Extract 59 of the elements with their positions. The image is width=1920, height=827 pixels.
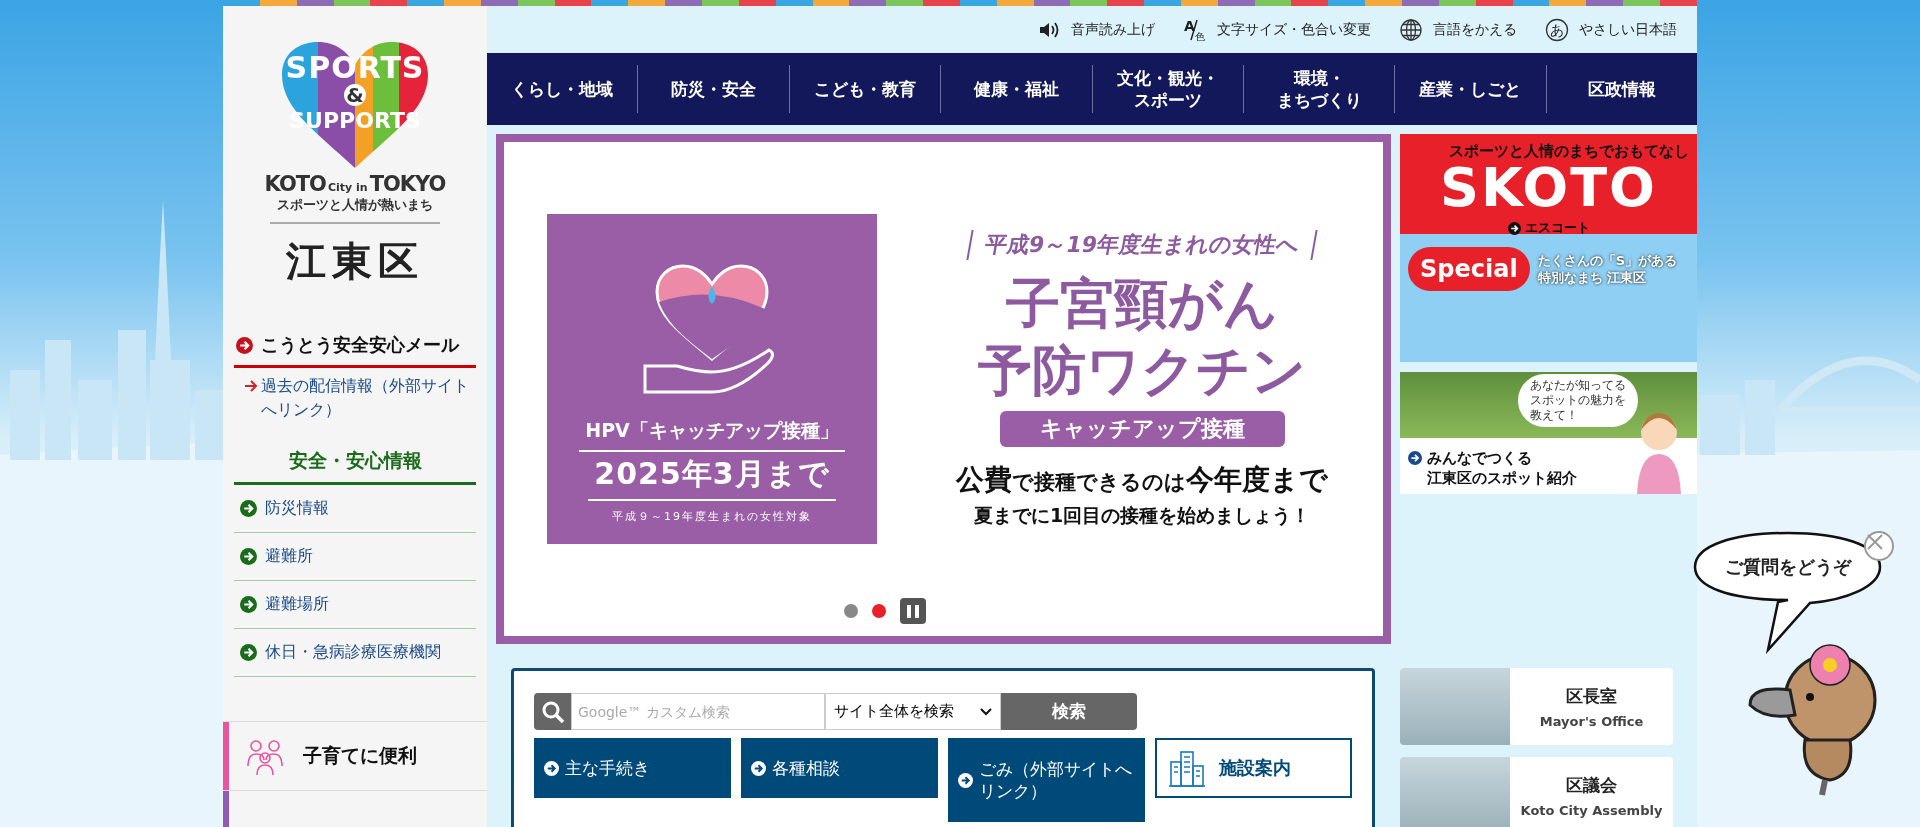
promo-logo: SKOTO (1440, 161, 1657, 215)
category-item[interactable]: 子育てに便利 (223, 721, 487, 790)
office-card[interactable]: 区議会 Koto City Assembly (1400, 757, 1673, 827)
safety-link[interactable]: 休日・急病診療医療機関 (265, 642, 441, 663)
mail-heading: こうとう安全安心メール (261, 333, 459, 357)
utility-link[interactable]: 言語をかえる (1399, 17, 1517, 42)
chat-prompt: ご質問をどうぞ (1723, 555, 1853, 579)
banner-text: 2025年3月まで (588, 452, 836, 501)
banner-text: HPV「キャッチアップ接種」 (579, 414, 845, 452)
nav-item[interactable]: くらし・地域 (487, 77, 638, 101)
promo-text: エスコート (1524, 219, 1590, 237)
nav-item[interactable]: 文化・観光・ スポーツ (1092, 66, 1243, 112)
promo-banner[interactable]: スポーツと人情のまちでおもてなし SKOTO エスコート Special たくさんの「S」がある 特別なまち 江東区 (1400, 134, 1697, 362)
slide-banner[interactable]: HPV「キャッチアップ接種」 2025年3月まで 平成９～19年度生まれの女性対象 平成9～19年度生まれの女性へ 子宮頸がん 予防ワクチン キャッチアップ接種 公費で接種できるのは今年度まで 夏までに1回目の接種を始めましょう！ (496, 134, 1391, 644)
nav-item[interactable]: 防災・安全 (638, 77, 789, 101)
promo-text: たくさんの「S」がある 特別なまち 江東区 (1537, 253, 1677, 287)
nav-item[interactable]: 区政情報 (1546, 77, 1697, 101)
ward-name: 江東区 (286, 237, 424, 286)
hiragana-icon: あ (1545, 17, 1569, 42)
safety-link[interactable]: 防災情報 (265, 498, 329, 519)
banner-text: 公費で接種できるのは今年度まで (956, 461, 1328, 498)
banner-tag: キャッチアップ接種 (999, 410, 1285, 447)
office-subtitle: Koto City Assembly (1520, 802, 1663, 818)
banner-title: 子宮頸がん 予防ワクチン (978, 270, 1306, 404)
nav-item[interactable]: 環境・ まちづくり (1243, 66, 1395, 112)
office-title: 区長室 (1566, 684, 1617, 708)
link-tile[interactable]: 主な手続き (534, 738, 731, 798)
promo-text: スポーツと人情のまちでおもてなし (1448, 142, 1689, 161)
spot-link: みんなでつくる 江東区のスポット紹介 (1427, 449, 1577, 488)
search-button[interactable]: 検索 (1001, 693, 1137, 730)
link-tile[interactable]: 各種相談 (741, 738, 938, 798)
safety-link[interactable]: 避難所 (265, 546, 313, 567)
category-label: 子育てに便利 (303, 743, 417, 768)
logo-text: City in (327, 181, 368, 194)
promo-text: Special (1408, 247, 1530, 291)
utility-link[interactable]: あ やさしい日本語 (1545, 17, 1677, 42)
nav-item[interactable]: こども・教育 (789, 77, 941, 101)
spot-banner[interactable]: あなたが知ってる スポットの魅力を 教えて！ みんなでつくる 江東区のスポット紹介 (1400, 372, 1697, 494)
facility-tile[interactable]: 施設案内 (1155, 738, 1352, 798)
office-card[interactable]: 区長室 Mayor's Office (1400, 668, 1673, 745)
link-tile[interactable]: ごみ（外部サイトへリンク） (948, 738, 1145, 822)
office-subtitle: Mayor's Office (1539, 713, 1644, 729)
utility-link[interactable]: A 色 文字サイズ・色合い変更 (1183, 17, 1371, 42)
archive-link[interactable]: 過去の配信情報（外部サイトへリンク） (261, 374, 472, 422)
banner-text: 平成9～19年度生まれの女性へ (966, 229, 1318, 260)
nav-item[interactable]: 産業・しごと (1395, 77, 1546, 101)
banner-text: 平成９～19年度生まれの女性対象 (612, 509, 812, 524)
safety-link[interactable]: 避難場所 (265, 594, 329, 615)
logo-tagline: スポーツと人情が熱いまち (277, 196, 433, 214)
safety-heading: 安全・安心情報 (234, 448, 476, 485)
utility-link[interactable]: 音声読み上げ (1037, 17, 1155, 42)
office-title: 区議会 (1566, 773, 1617, 797)
search-field[interactable]: Google™ カスタム検索 (571, 693, 825, 730)
banner-text: 夏までに1回目の接種を始めましょう！ (973, 502, 1311, 528)
logo-text: TOKYO (369, 172, 446, 196)
nav-item[interactable]: 健康・福祉 (941, 77, 1092, 101)
logo-text: KOTO (264, 172, 326, 196)
speech-bubble: あなたが知ってる スポットの魅力を 教えて！ (1518, 374, 1638, 427)
scope-dropdown[interactable]: サイト全体を検索 (825, 693, 1001, 730)
